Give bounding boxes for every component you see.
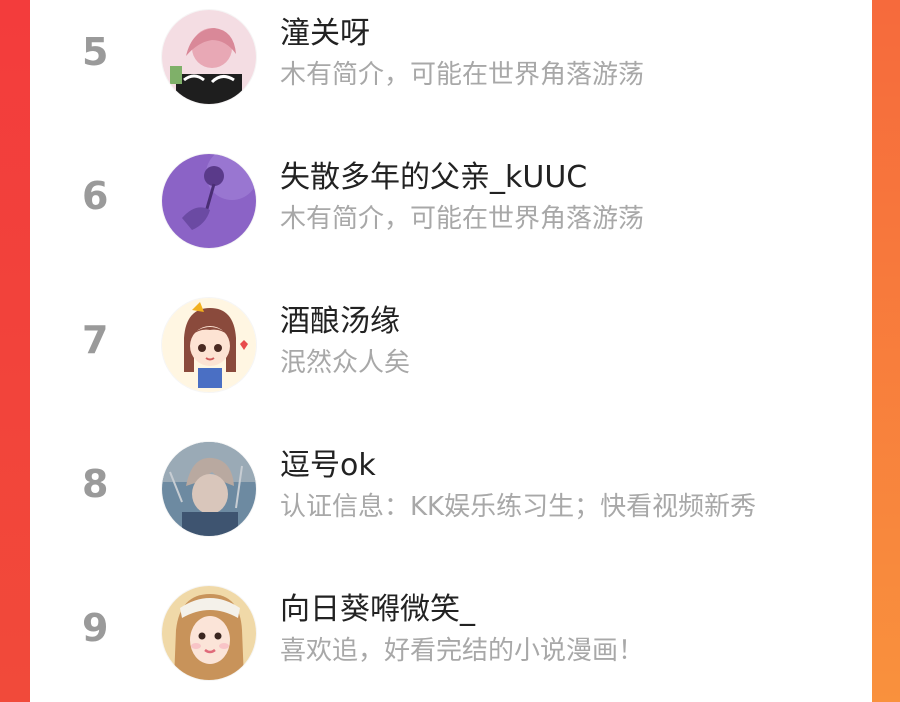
user-name: 向日葵嘚微笑_ [280, 592, 475, 627]
user-description: 泯然众人矣 [280, 348, 411, 378]
anime-boy-avatar-icon[interactable] [162, 442, 256, 536]
ranking-row-9[interactable]: 9 向日葵嘚微笑_ 喜欢追，好看完结的小说漫画！ [30, 576, 872, 686]
pink-hair-avatar-icon[interactable] [162, 10, 256, 104]
user-description: 木有简介，可能在世界角落游荡 [280, 204, 645, 234]
rank-number: 7 [82, 318, 109, 362]
ranking-row-8[interactable]: 8 逗号ok 认证信息：KK娱乐练习生；快看视频新秀 [30, 432, 872, 542]
rank-number: 8 [82, 462, 109, 506]
ranking-row-6[interactable]: 6 失散多年的父亲_kUUC 木有简介，可能在世界角落游荡 [30, 144, 872, 254]
user-name: 逗号ok [280, 448, 376, 483]
rank-number: 5 [82, 30, 109, 74]
rank-number: 9 [82, 606, 109, 650]
ranking-row-7[interactable]: 7 酒酿汤缘 泯然众人矣 [30, 288, 872, 398]
ranking-row-5[interactable]: 5 潼关呀 木有简介，可能在世界角落游荡 [30, 0, 872, 110]
user-name: 酒酿汤缘 [280, 304, 400, 339]
user-name: 失散多年的父亲_kUUC [280, 160, 588, 195]
right-background-strip [872, 0, 900, 702]
user-description: 喜欢追，好看完结的小说漫画！ [280, 636, 645, 666]
user-description: 认证信息：KK娱乐练习生；快看视频新秀 [280, 492, 757, 522]
cartoon-girl-avatar-icon[interactable] [162, 298, 256, 392]
purple-rose-avatar-icon[interactable] [162, 154, 256, 248]
ranking-list-card: 5 潼关呀 木有简介，可能在世界角落游荡 6 失散多年的父亲_kUUC 木有简介… [30, 0, 872, 702]
user-name: 潼关呀 [280, 16, 370, 51]
user-description: 木有简介，可能在世界角落游荡 [280, 60, 645, 90]
left-background-strip [0, 0, 30, 702]
rank-number: 6 [82, 174, 109, 218]
girl-photo-avatar-icon[interactable] [162, 586, 256, 680]
